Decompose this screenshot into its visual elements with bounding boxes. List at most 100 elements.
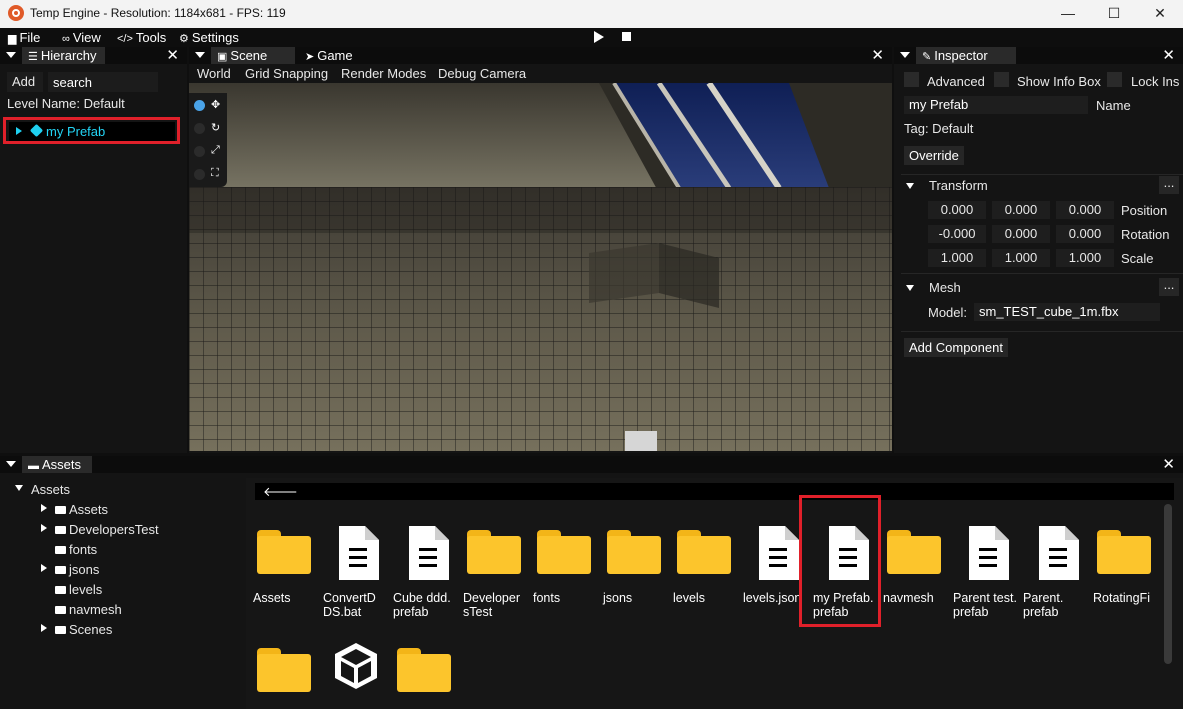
folder-icon — [55, 506, 66, 514]
minimize-button[interactable]: — — [1045, 0, 1091, 28]
scene-menu-world[interactable]: World — [197, 66, 231, 81]
tab-inspector[interactable]: ✎ Inspector — [916, 47, 1016, 64]
asset-label: my Prefab. prefab — [813, 591, 874, 619]
panel-menu-triangle-icon[interactable] — [195, 52, 205, 58]
rect-icon[interactable]: ⛶ — [211, 167, 219, 180]
rotation-z-field[interactable]: 0.000 — [1056, 225, 1114, 243]
assets-scrollbar[interactable] — [1164, 504, 1172, 664]
panel-menu-triangle-icon[interactable] — [900, 52, 910, 58]
tab-inspector-label: Inspector — [934, 48, 988, 63]
tool-dot[interactable] — [194, 146, 205, 157]
mesh-header[interactable]: Mesh ... — [903, 277, 1179, 299]
rotate-icon[interactable]: ↻ — [211, 121, 220, 134]
tree-item-assets[interactable]: Assets — [55, 502, 108, 517]
hierarchy-item-label: my Prefab — [46, 124, 106, 139]
back-arrow-icon[interactable]: 🡐 — [263, 483, 298, 500]
folder-icon — [467, 530, 521, 574]
transform-header[interactable]: Transform ... — [903, 175, 1179, 197]
tab-hierarchy[interactable]: ☰ Hierarchy — [22, 47, 105, 64]
scale-x-field[interactable]: 1.000 — [928, 249, 986, 267]
lock-inspector-checkbox[interactable] — [1107, 72, 1122, 87]
transform-more-button[interactable]: ... — [1159, 176, 1179, 194]
maximize-button[interactable]: ☐ — [1091, 0, 1137, 28]
show-info-box-checkbox[interactable] — [994, 72, 1009, 87]
assets-tabbar: ▬ Assets ✕ — [0, 456, 1183, 473]
tab-scene[interactable]: ▣ Scene — [211, 47, 295, 64]
move-icon[interactable]: ✥ — [211, 98, 220, 111]
menu-view[interactable]: ∞ View — [62, 30, 101, 45]
panel-menu-triangle-icon[interactable] — [6, 52, 16, 58]
hierarchy-panel: ☰Hierarchy ✕ Add Level Name: Default my … — [0, 47, 187, 453]
object-name-input[interactable]: my Prefab — [904, 96, 1088, 114]
tab-game[interactable]: ➤ Game — [299, 47, 361, 64]
tree-expand-icon[interactable] — [41, 504, 47, 512]
tree-expand-icon[interactable] — [15, 485, 23, 491]
close-window-button[interactable]: ✕ — [1137, 0, 1183, 28]
hierarchy-tabbar: ☰ Hierarchy ✕ — [0, 47, 187, 64]
mesh-more-button[interactable]: ... — [1159, 278, 1179, 296]
stop-button[interactable] — [622, 32, 631, 41]
rotation-x-field[interactable]: -0.000 — [928, 225, 986, 243]
scene-panel: ▣ Scene ➤ Game ✕ World Grid Snapping Rende… — [189, 47, 892, 453]
scene-close-icon[interactable]: ✕ — [871, 47, 884, 64]
scene-menu-render-modes[interactable]: Render Modes — [341, 66, 426, 81]
scene-render — [189, 83, 892, 451]
advanced-checkbox[interactable] — [904, 72, 919, 87]
scale-icon[interactable]: ⤢ — [211, 144, 220, 157]
position-z-field[interactable]: 0.000 — [1056, 201, 1114, 219]
override-button[interactable]: Override — [904, 146, 964, 165]
scale-y-field[interactable]: 1.000 — [992, 249, 1050, 267]
scene-menu-grid-snapping[interactable]: Grid Snapping — [245, 66, 328, 81]
hierarchy-item-my-prefab[interactable]: my Prefab — [9, 122, 175, 142]
tool-select-dot[interactable] — [194, 100, 205, 111]
hierarchy-add-button[interactable]: Add — [7, 72, 43, 92]
folder-icon — [257, 530, 311, 574]
tree-item-levels[interactable]: levels — [55, 582, 102, 597]
tree-root-assets[interactable]: Assets — [31, 482, 70, 497]
assets-grid-area: 🡐 Assets ConvertD DS.bat Cube ddd. prefab D… — [246, 478, 1183, 709]
inspector-panel: ✎ Inspector ✕ Advanced Show Info Box Lock… — [894, 47, 1183, 453]
tree-expand-icon[interactable] — [41, 624, 47, 632]
rotation-y-field[interactable]: 0.000 — [992, 225, 1050, 243]
tree-item-jsons[interactable]: jsons — [55, 562, 99, 577]
position-y-field[interactable]: 0.000 — [992, 201, 1050, 219]
rotation-label: Rotation — [1121, 227, 1170, 242]
tree-expand-icon[interactable] — [41, 564, 47, 572]
position-x-field[interactable]: 0.000 — [928, 201, 986, 219]
tool-dot[interactable] — [194, 123, 205, 134]
tree-item-label: Scenes — [69, 622, 113, 637]
asset-label: Developer sTest — [463, 591, 520, 619]
model-input[interactable]: sm_TEST_cube_1m.fbx — [974, 303, 1160, 321]
divider — [901, 273, 1183, 274]
scale-z-field[interactable]: 1.000 — [1056, 249, 1114, 267]
tab-assets[interactable]: ▬ Assets — [22, 456, 92, 473]
scene-viewport[interactable]: ✥ ↻ ⤢ ⛶ — [189, 83, 892, 451]
tab-assets-label: Assets — [42, 457, 82, 472]
menu-file[interactable]: ▆ File — [8, 30, 40, 45]
assets-close-icon[interactable]: ✕ — [1162, 456, 1175, 473]
collapse-triangle-icon[interactable] — [906, 285, 914, 291]
tree-item-scenes[interactable]: Scenes — [55, 622, 112, 637]
tree-item-fonts[interactable]: fonts — [55, 542, 97, 557]
hierarchy-close-icon[interactable]: ✕ — [166, 47, 179, 64]
tool-dot[interactable] — [194, 169, 205, 180]
play-button[interactable] — [594, 31, 604, 43]
menu-settings[interactable]: ⚙ Settings — [179, 30, 239, 45]
asset-label: ConvertD DS.bat — [323, 591, 376, 619]
folder-icon — [55, 606, 66, 614]
scene-menu-debug-camera[interactable]: Debug Camera — [438, 66, 526, 81]
hierarchy-search-input[interactable] — [48, 72, 158, 92]
folder-icon — [257, 648, 311, 692]
collapse-triangle-icon[interactable] — [906, 183, 914, 189]
panel-menu-triangle-icon[interactable] — [6, 461, 16, 467]
tree-expand-icon[interactable] — [41, 524, 47, 532]
inspector-close-icon[interactable]: ✕ — [1162, 47, 1175, 64]
tree-item-navmesh[interactable]: navmesh — [55, 602, 122, 617]
window-titlebar: Temp Engine - Resolution: 1184x681 - FPS… — [0, 0, 1183, 28]
window-title: Temp Engine - Resolution: 1184x681 - FPS… — [30, 6, 286, 20]
tree-item-developerstest[interactable]: DevelopersTest — [55, 522, 159, 537]
app-logo-icon — [8, 5, 24, 21]
add-component-button[interactable]: Add Component — [904, 338, 1008, 357]
menu-tools[interactable]: </> Tools — [117, 30, 166, 45]
expand-arrow-icon[interactable] — [16, 127, 22, 135]
